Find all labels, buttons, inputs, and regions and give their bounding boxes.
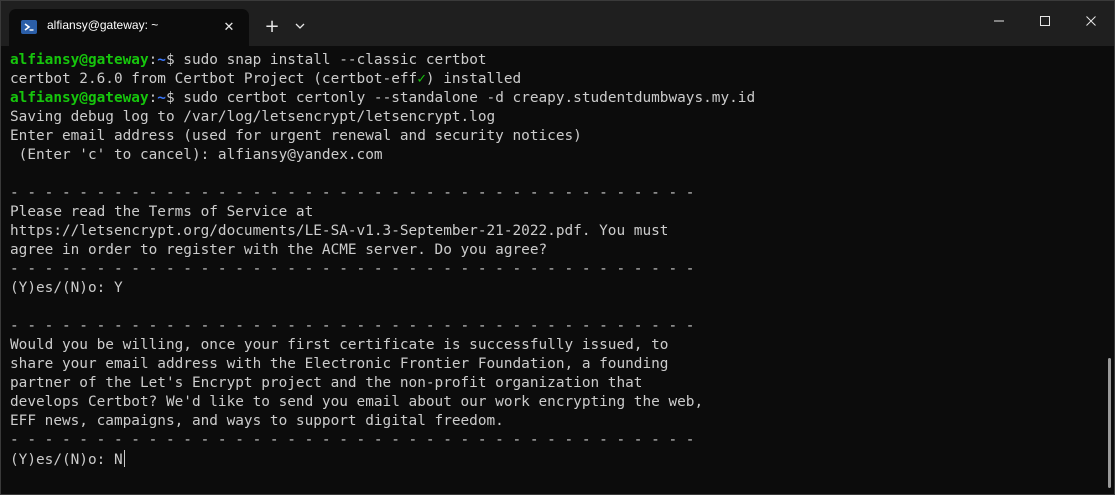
tab-title: alfiansy@gateway: ~ (47, 18, 159, 32)
terminal-line: agree in order to register with the ACME… (10, 242, 548, 258)
prompt-user-host: alfiansy@gateway (10, 90, 149, 106)
terminal-divider: - - - - - - - - - - - - - - - - - - - - … (10, 318, 695, 334)
terminal-input-line[interactable]: (Y)es/(N)o: N (10, 450, 755, 469)
new-tab-button[interactable]: + (259, 13, 285, 39)
prompt-colon: : (148, 90, 158, 106)
terminal-line: share your email address with the Electr… (10, 356, 669, 372)
prompt-path: ~ (157, 90, 166, 106)
text-cursor (123, 450, 126, 467)
terminal-line: certbot 2.6.0 from Certbot Project (cert… (10, 70, 755, 89)
chevron-down-icon (295, 23, 305, 29)
terminal-line: (Y)es/(N)o: Y (10, 280, 123, 296)
check-icon: ✓ (417, 71, 426, 87)
output-text: certbot 2.6.0 from Certbot Project (cert… (10, 71, 418, 87)
terminal-line: https://letsencrypt.org/documents/LE-SA-… (10, 223, 669, 239)
output-text: ) installed (425, 71, 522, 87)
prompt-symbol: $ (165, 90, 184, 106)
terminal-line: Enter email address (used for urgent ren… (10, 128, 582, 144)
minimize-button[interactable] (976, 1, 1022, 41)
title-bar[interactable]: alfiansy@gateway: ~ ✕ + (1, 1, 1114, 46)
prompt-path: ~ (157, 52, 166, 68)
command-text: sudo snap install --classic certbot (183, 52, 487, 68)
terminal-line: Saving debug log to /var/log/letsencrypt… (10, 109, 496, 125)
close-button[interactable] (1068, 1, 1114, 41)
scrollbar[interactable] (1108, 358, 1111, 488)
terminal-divider: - - - - - - - - - - - - - - - - - - - - … (10, 261, 695, 277)
tab-active[interactable]: alfiansy@gateway: ~ ✕ (9, 9, 249, 46)
prompt-symbol: $ (165, 52, 184, 68)
terminal-line-prompt: alfiansy@gateway:~$ sudo snap install --… (10, 51, 755, 70)
terminal-line: partner of the Let's Encrypt project and… (10, 375, 643, 391)
terminal-divider: - - - - - - - - - - - - - - - - - - - - … (10, 432, 695, 448)
tab-close-icon[interactable]: ✕ (217, 15, 241, 39)
terminal-output[interactable]: alfiansy@gateway:~$ sudo snap install --… (1, 46, 1114, 494)
prompt-colon: : (148, 52, 158, 68)
tab-dropdown-button[interactable] (289, 13, 311, 39)
minimize-icon (994, 20, 1004, 22)
terminal-line: Would you be willing, once your first ce… (10, 337, 669, 353)
terminal-divider: - - - - - - - - - - - - - - - - - - - - … (10, 185, 695, 201)
maximize-button[interactable] (1022, 1, 1068, 41)
prompt-user-host: alfiansy@gateway (10, 52, 149, 68)
command-text: sudo certbot certonly --standalone -d cr… (183, 90, 756, 106)
input-text: (Y)es/(N)o: N (10, 452, 123, 468)
terminal-line: EFF news, campaigns, and ways to support… (10, 413, 504, 429)
terminal-line: Please read the Terms of Service at (10, 204, 314, 220)
close-icon (1086, 16, 1096, 26)
terminal-line-prompt: alfiansy@gateway:~$ sudo certbot certonl… (10, 89, 755, 108)
powershell-icon (21, 20, 37, 34)
terminal-line: develops Certbot? We'd like to send you … (10, 394, 704, 410)
terminal-line: (Enter 'c' to cancel): alfiansy@yandex.c… (10, 147, 383, 163)
terminal-window: alfiansy@gateway: ~ ✕ + alfiansy@gateway… (0, 0, 1115, 495)
maximize-icon (1040, 16, 1050, 26)
